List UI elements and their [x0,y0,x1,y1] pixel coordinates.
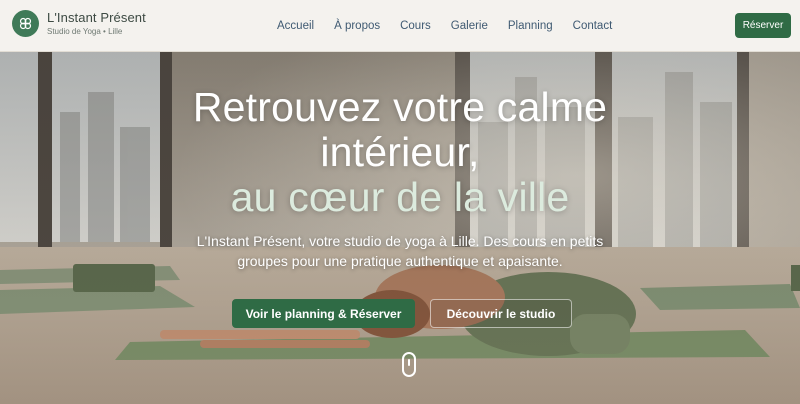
nav-item-cours[interactable]: Cours [400,19,431,33]
discover-studio-button[interactable]: Découvrir le studio [430,299,572,328]
hero-title: Retrouvez votre calme intérieur, au cœur… [100,85,700,220]
hero-title-accent: au cœur de la ville [230,174,570,220]
site-header: L'Instant Présent Studio de Yoga • Lille… [0,0,800,52]
flower-icon [12,10,39,37]
brand-name: L'Instant Présent [47,10,146,25]
hero-subtitle: L'Instant Présent, votre studio de yoga … [196,233,604,269]
reserve-button[interactable]: Réserver [735,13,791,38]
brand-tagline: Studio de Yoga • Lille [47,27,123,36]
brand[interactable]: L'Instant Présent Studio de Yoga • Lille [12,10,146,37]
main-nav: Accueil À propos Cours Galerie Planning … [277,19,612,33]
hero-section: Retrouvez votre calme intérieur, au cœur… [0,52,800,404]
nav-item-contact[interactable]: Contact [573,19,613,33]
hero-title-line2: intérieur, [320,129,480,175]
nav-item-accueil[interactable]: Accueil [277,19,314,33]
scroll-mouse-icon[interactable] [402,352,416,377]
hero-title-line1: Retrouvez votre calme [192,84,608,130]
nav-item-a-propos[interactable]: À propos [334,19,380,33]
nav-item-galerie[interactable]: Galerie [451,19,488,33]
nav-item-planning[interactable]: Planning [508,19,553,33]
scroll-wheel-dot [408,359,410,366]
view-schedule-button[interactable]: Voir le planning & Réserver [232,299,415,328]
